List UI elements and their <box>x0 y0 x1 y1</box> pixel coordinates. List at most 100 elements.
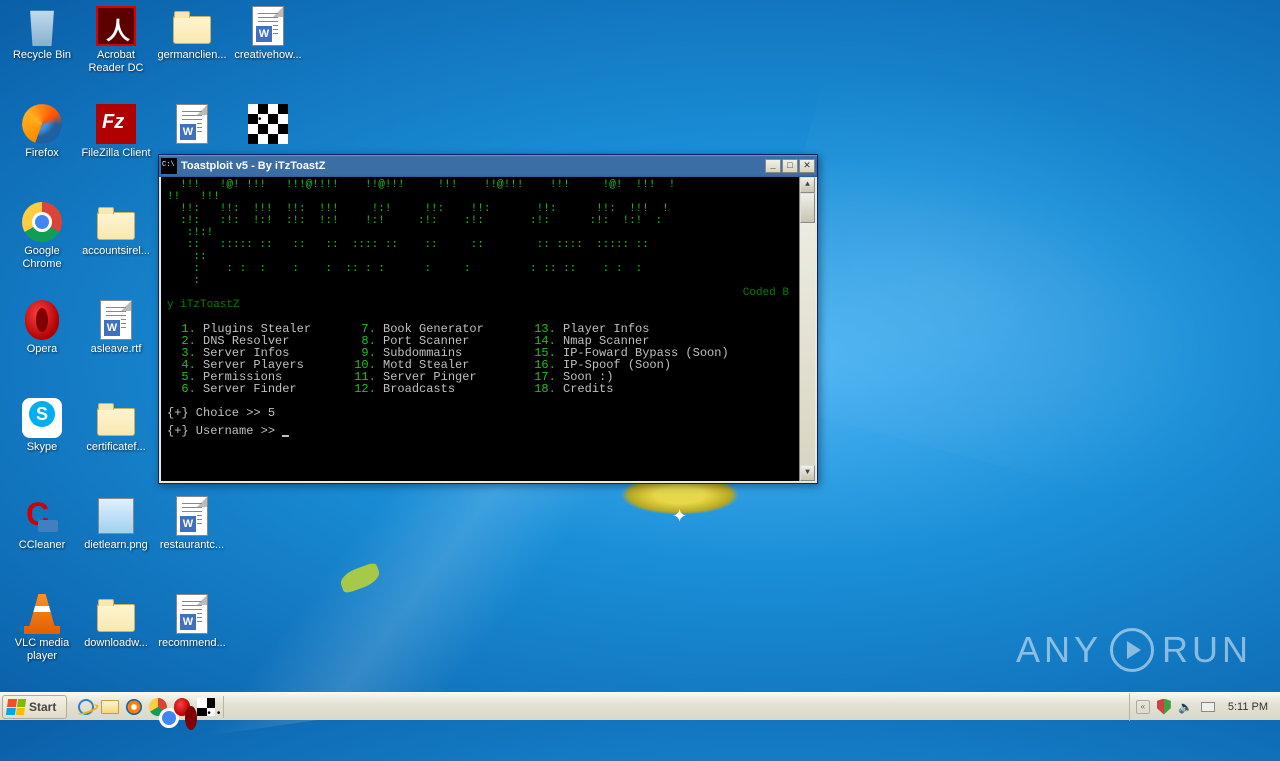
play-icon <box>1110 628 1154 672</box>
quick-launch <box>69 696 224 718</box>
chrome-icon <box>149 698 167 716</box>
anyrun-watermark: ANY RUN <box>1016 628 1252 672</box>
folder-icon <box>96 202 136 242</box>
start-label: Start <box>29 700 56 714</box>
coded-by-line: Coded B <box>167 287 793 299</box>
folder-icon <box>96 398 136 438</box>
ascii-art-line: :: ::::: :: :: :: :::: :: :: :: :: :::: … <box>167 239 793 251</box>
icon-label: asleave.rtf <box>80 343 152 356</box>
scroll-down-button[interactable]: ▼ <box>800 465 815 481</box>
tray-volume-icon[interactable] <box>1178 699 1194 715</box>
desktop-icon-asleave[interactable]: asleave.rtf <box>80 300 152 356</box>
username-prompt[interactable]: {+} Username >> <box>167 425 793 437</box>
ascii-art-line: : <box>167 275 793 287</box>
icon-label: accountsirel... <box>80 245 152 258</box>
folder-icon <box>96 594 136 634</box>
ascii-art-line: : : : : : : :: : : : : : :: :: : : : <box>167 263 793 275</box>
checker-icon <box>248 104 288 144</box>
ascii-art-line: :!: :!: !:! :!: !:! !:! :!: :!: :!: :!: … <box>167 215 793 227</box>
scroll-thumb[interactable] <box>800 193 815 223</box>
tray-shield-icon[interactable] <box>1156 699 1172 715</box>
window-title: Toastploit v5 - By iTzToastZ <box>181 160 765 172</box>
worddoc-icon <box>172 104 212 144</box>
system-tray[interactable]: « 5:11 PM <box>1129 693 1280 721</box>
filezilla-icon <box>96 104 136 144</box>
taskbar[interactable]: Start « 5:11 PM <box>0 692 1280 720</box>
opera-icon <box>22 300 62 340</box>
icon-label: dietlearn.png <box>80 539 152 552</box>
checker-icon <box>197 698 215 716</box>
ascii-art-line: !!: !!: !!! !!: !!! !:! !!: !!: !!: !!: … <box>167 203 793 215</box>
png-thumb-icon <box>96 496 136 536</box>
desktop-icon-recycle-bin[interactable]: Recycle Bin <box>6 6 78 62</box>
close-button[interactable]: ✕ <box>799 159 815 173</box>
desktop-icon-certificatef[interactable]: certificatef... <box>80 398 152 454</box>
menu-item: 6. Server Finder <box>167 383 347 395</box>
menu-row: 6. Server Finder 12. Broadcasts 18. Cred… <box>167 383 793 395</box>
icon-label: germanclien... <box>156 49 228 62</box>
maximize-button[interactable]: □ <box>782 159 798 173</box>
icon-label: recommend... <box>156 637 228 650</box>
minimize-button[interactable]: _ <box>765 159 781 173</box>
desktop-icon-germanclien[interactable]: germanclien... <box>156 6 228 62</box>
console-body[interactable]: !!! !@! !!! !!!@!!!! !!@!!! !!! !!@!!! !… <box>161 177 815 481</box>
windows-icon <box>6 699 26 715</box>
menu-item: 12. Broadcasts <box>347 383 527 395</box>
chrome-icon <box>22 202 62 242</box>
ql-wmp[interactable] <box>123 696 145 718</box>
adobe-icon <box>96 6 136 46</box>
ccleaner-icon <box>22 496 62 536</box>
ql-ie[interactable] <box>75 696 97 718</box>
menu-item: 18. Credits <box>527 383 727 395</box>
icon-label: CCleaner <box>6 539 78 552</box>
desktop-icon-filezilla[interactable]: FileZilla Client <box>80 104 152 160</box>
ascii-art-line: :!:! <box>167 227 793 239</box>
ascii-art-line: :: <box>167 251 793 263</box>
desktop-icon-word1[interactable] <box>156 104 228 147</box>
ql-checker[interactable] <box>195 696 217 718</box>
ql-chrome[interactable] <box>147 696 169 718</box>
desktop-icon-dietlearn[interactable]: dietlearn.png <box>80 496 152 552</box>
desktop-icon-opera[interactable]: Opera <box>6 300 78 356</box>
console-scrollbar[interactable]: ▲ ▼ <box>799 177 815 481</box>
scroll-up-button[interactable]: ▲ <box>800 177 815 193</box>
ql-explorer[interactable] <box>99 696 121 718</box>
desktop-icon-ccleaner[interactable]: CCleaner <box>6 496 78 552</box>
desktop-icon-skype[interactable]: Skype <box>6 398 78 454</box>
icon-label: FileZilla Client <box>80 147 152 160</box>
desktop-icon-restaurantc[interactable]: restaurantc... <box>156 496 228 552</box>
worddoc-icon <box>172 496 212 536</box>
desktop-icon-acrobat[interactable]: Acrobat Reader DC <box>80 6 152 74</box>
icon-label: Firefox <box>6 147 78 160</box>
ie-icon <box>78 699 94 715</box>
console-window[interactable]: Toastploit v5 - By iTzToastZ _ □ ✕ !!! !… <box>158 154 818 484</box>
watermark-text1: ANY <box>1016 629 1102 671</box>
icon-label: Skype <box>6 441 78 454</box>
wmp-icon <box>126 699 142 715</box>
start-button[interactable]: Start <box>2 695 67 719</box>
worddoc-icon <box>172 594 212 634</box>
desktop-icon-downloadw[interactable]: downloadw... <box>80 594 152 650</box>
desktop-icon-checker[interactable] <box>232 104 304 147</box>
icon-label: restaurantc... <box>156 539 228 552</box>
tray-expand-button[interactable]: « <box>1136 700 1150 714</box>
watermark-text2: RUN <box>1162 629 1252 671</box>
desktop-icon-creativehow[interactable]: creativehow... <box>232 6 304 62</box>
icon-label: downloadw... <box>80 637 152 650</box>
desktop-icon-chrome[interactable]: Google Chrome <box>6 202 78 270</box>
desktop-icon-recommend[interactable]: recommend... <box>156 594 228 650</box>
recycle-bin-icon <box>22 6 62 46</box>
window-titlebar[interactable]: Toastploit v5 - By iTzToastZ _ □ ✕ <box>159 155 817 177</box>
tray-flag-icon[interactable] <box>1200 699 1216 715</box>
ascii-art-line: !! !!! <box>167 191 793 203</box>
desktop-icon-accountsirel[interactable]: accountsirel... <box>80 202 152 258</box>
taskbar-clock[interactable]: 5:11 PM <box>1222 701 1274 713</box>
explorer-icon <box>101 700 119 714</box>
desktop-icon-vlc[interactable]: VLC media player <box>6 594 78 662</box>
ascii-art-line: !!! !@! !!! !!!@!!!! !!@!!! !!! !!@!!! !… <box>167 179 793 191</box>
desktop-icon-firefox[interactable]: Firefox <box>6 104 78 160</box>
cmd-icon <box>161 158 177 174</box>
icon-label: certificatef... <box>80 441 152 454</box>
firefox-icon <box>22 104 62 144</box>
worddoc-icon <box>248 6 288 46</box>
